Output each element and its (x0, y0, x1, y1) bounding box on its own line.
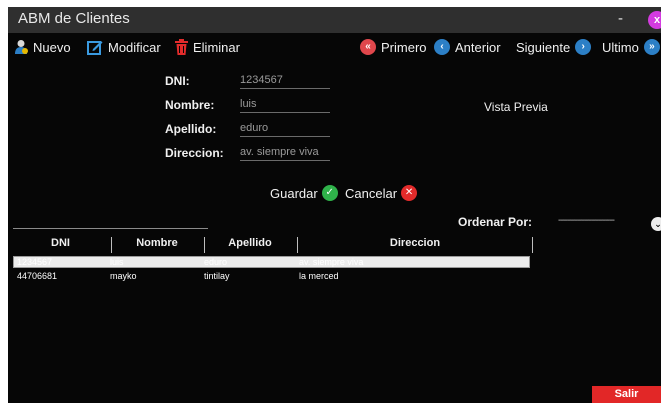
cell-apellido: tintilay (204, 271, 230, 281)
check-icon: ✓ (321, 185, 338, 201)
cell-dni: 44706681 (17, 271, 58, 281)
ultimo-button[interactable]: Ultimo » (602, 38, 660, 56)
close-button[interactable]: x (648, 11, 661, 29)
salir-button[interactable]: Salir (592, 386, 661, 403)
guardar-label: Guardar (270, 185, 318, 201)
column-header-apellido[interactable]: Apellido (206, 237, 294, 253)
edit-icon (87, 41, 103, 55)
column-header-dni[interactable]: DNI (13, 237, 108, 253)
table-row[interactable]: 1234567 luis eduro av. siempre viva (13, 256, 530, 268)
direccion-input[interactable] (240, 143, 330, 161)
table-row[interactable]: 44706681 mayko tintilay la merced (13, 271, 530, 283)
title-bar: ABM de Clientes - x (8, 7, 661, 33)
column-separator[interactable] (297, 237, 298, 253)
siguiente-label: Siguiente (516, 39, 571, 55)
apellido-input[interactable] (240, 119, 330, 137)
siguiente-button[interactable]: Siguiente › (516, 38, 592, 56)
chevron-down-icon[interactable]: ⌄ (651, 217, 661, 231)
nuevo-button[interactable]: Nuevo (14, 38, 71, 56)
vista-previa-label: Vista Previa (484, 100, 548, 114)
cancelar-button[interactable]: Cancelar ✕ (345, 185, 418, 201)
modificar-button[interactable]: Modificar (87, 38, 161, 56)
column-separator[interactable] (204, 237, 205, 253)
cell-nombre: mayko (110, 271, 137, 281)
nombre-label: Nombre: (165, 98, 215, 112)
window-title: ABM de Clientes (18, 10, 130, 27)
ultimo-label: Ultimo (602, 39, 639, 55)
dni-input[interactable] (240, 71, 330, 89)
eliminar-label: Eliminar (193, 39, 240, 55)
double-chevron-left-icon: « (360, 39, 376, 55)
cancelar-label: Cancelar (345, 185, 398, 201)
divider (13, 228, 208, 229)
cell-nombre: luis (110, 257, 124, 267)
column-separator[interactable] (111, 237, 112, 253)
apellido-label: Apellido: (165, 122, 217, 136)
column-separator[interactable] (532, 237, 533, 253)
user-icon (15, 40, 28, 54)
minimize-button[interactable]: - (618, 10, 623, 27)
table-header: DNI Nombre Apellido Direccion (13, 237, 533, 253)
anterior-button[interactable]: ‹ Anterior (434, 38, 501, 56)
primero-label: Primero (381, 39, 427, 55)
column-header-nombre[interactable]: Nombre (113, 237, 201, 253)
cell-direccion: av. siempre viva (299, 257, 364, 267)
close-icon: ✕ (401, 185, 418, 201)
modificar-label: Modificar (108, 39, 161, 55)
trash-icon (175, 39, 188, 55)
nombre-input[interactable] (240, 95, 330, 113)
cell-direccion: la merced (299, 271, 339, 281)
ordenar-por-select[interactable]: ------------------------ (558, 215, 615, 226)
double-chevron-right-icon: » (643, 39, 660, 55)
cell-apellido: eduro (204, 257, 228, 267)
guardar-button[interactable]: Guardar ✓ (270, 185, 338, 201)
app-window: ABM de Clientes - x Nuevo Modificar Elim… (8, 7, 661, 403)
column-header-direccion[interactable]: Direccion (299, 237, 531, 253)
eliminar-button[interactable]: Eliminar (175, 38, 240, 56)
nuevo-label: Nuevo (33, 39, 71, 55)
primero-button[interactable]: « Primero (360, 38, 427, 56)
chevron-right-icon: › (575, 39, 592, 55)
direccion-label: Direccion: (165, 146, 224, 160)
dni-label: DNI: (165, 74, 190, 88)
ordenar-por-label: Ordenar Por: (458, 215, 533, 229)
cell-dni: 1234567 (17, 257, 53, 267)
chevron-left-icon: ‹ (434, 39, 450, 55)
anterior-label: Anterior (455, 39, 501, 55)
